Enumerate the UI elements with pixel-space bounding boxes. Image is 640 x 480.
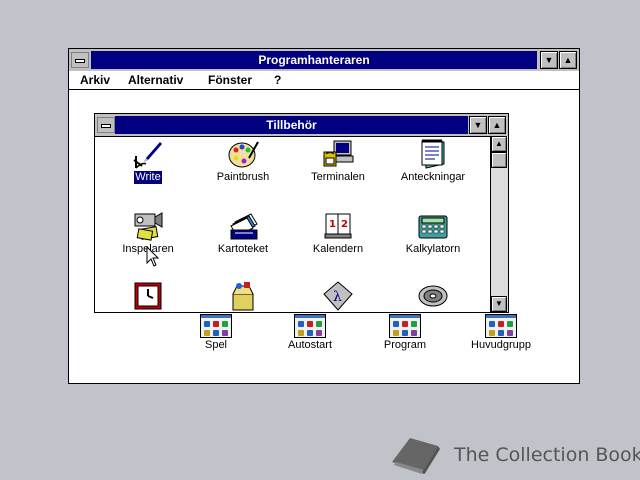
group-huvudgrupp[interactable]: Huvudgrupp [461,314,541,352]
scroll-thumb[interactable] [491,152,507,168]
group-spel[interactable]: Spel [176,314,256,352]
child-maximize-button[interactable]: ▲ [488,116,506,134]
minimize-button[interactable]: ▼ [540,51,558,69]
app-label: Anteckningar [400,171,466,183]
menu-bar: Arkiv Alternativ Fönster ? [69,71,579,90]
program-group-icon [294,314,326,338]
child-title-bar[interactable]: Tillbehör ▼ ▲ [95,114,508,137]
app-kalendern[interactable]: 1 2 Kalendern [298,210,378,256]
system-menu-button[interactable] [71,52,89,68]
group-label: Spel [204,339,228,351]
menu-arkiv[interactable]: Arkiv [80,73,110,87]
paintbrush-icon [228,141,259,168]
character-map-icon: λ [323,281,353,311]
watermark-text: The Collection Book [454,444,640,466]
program-group-icon [485,314,517,338]
svg-text:1: 1 [329,219,336,230]
child-minimize-button[interactable]: ▼ [469,116,487,134]
calculator-icon [418,215,448,239]
child-system-menu-button[interactable] [97,117,115,133]
app-label: Paintbrush [216,171,270,183]
accessories-window: Tillbehör ▼ ▲ ▲ ▼ Write Paintbrush Termi… [94,113,509,313]
svg-text:λ: λ [333,289,342,305]
terminal-icon [323,140,354,167]
cardfile-icon [230,213,258,240]
app-terminalen[interactable]: Terminalen [298,138,378,184]
app-clock[interactable] [108,280,188,312]
menu-alternativ[interactable]: Alternativ [128,73,183,87]
app-paintbrush[interactable]: Paintbrush [203,138,283,184]
app-label: Kalkylatorn [405,243,461,255]
app-kalkylatorn[interactable]: Kalkylatorn [393,210,473,256]
app-write[interactable]: Write [108,138,188,184]
scroll-up-button[interactable]: ▲ [491,136,507,152]
book-icon [392,438,440,475]
child-window-title: Tillbehör [115,116,468,134]
write-icon [133,142,162,169]
app-media-player[interactable] [393,280,473,312]
app-kartoteket[interactable]: Kartoteket [203,210,283,256]
program-group-icon [389,314,421,338]
app-anteckningar[interactable]: Anteckningar [393,138,473,184]
app-label: Kalendern [312,243,364,255]
object-packager-icon [232,282,254,311]
program-group-icon [200,314,232,338]
app-label: Kartoteket [217,243,269,255]
icon-row-clipped: λ [95,274,491,312]
window-title: Programhanteraren [91,51,537,69]
maximize-button[interactable]: ▲ [559,51,577,69]
group-label: Program [383,339,427,351]
group-program[interactable]: Program [365,314,445,352]
svg-text:2: 2 [341,219,348,230]
title-bar[interactable]: Programhanteraren ▼ ▲ [69,49,579,72]
notepad-icon [421,139,445,169]
mouse-cursor-icon [146,246,160,267]
scroll-down-button[interactable]: ▼ [491,296,507,312]
app-label: Terminalen [311,171,365,183]
app-object-packager[interactable] [203,280,283,312]
menu-help[interactable]: ? [274,73,281,87]
group-label: Autostart [287,339,333,351]
recorder-icon [134,212,163,241]
group-autostart[interactable]: Autostart [270,314,350,352]
menu-fonster[interactable]: Fönster [208,73,252,87]
media-player-icon [418,285,448,307]
watermark: The Collection Book [388,432,640,475]
vertical-scrollbar[interactable]: ▲ ▼ [490,136,508,312]
group-label: Huvudgrupp [471,339,531,351]
app-character-map[interactable]: λ [298,280,378,312]
calendar-icon: 1 2 [324,213,352,239]
clock-icon [134,282,162,310]
app-label: Write [134,171,162,184]
